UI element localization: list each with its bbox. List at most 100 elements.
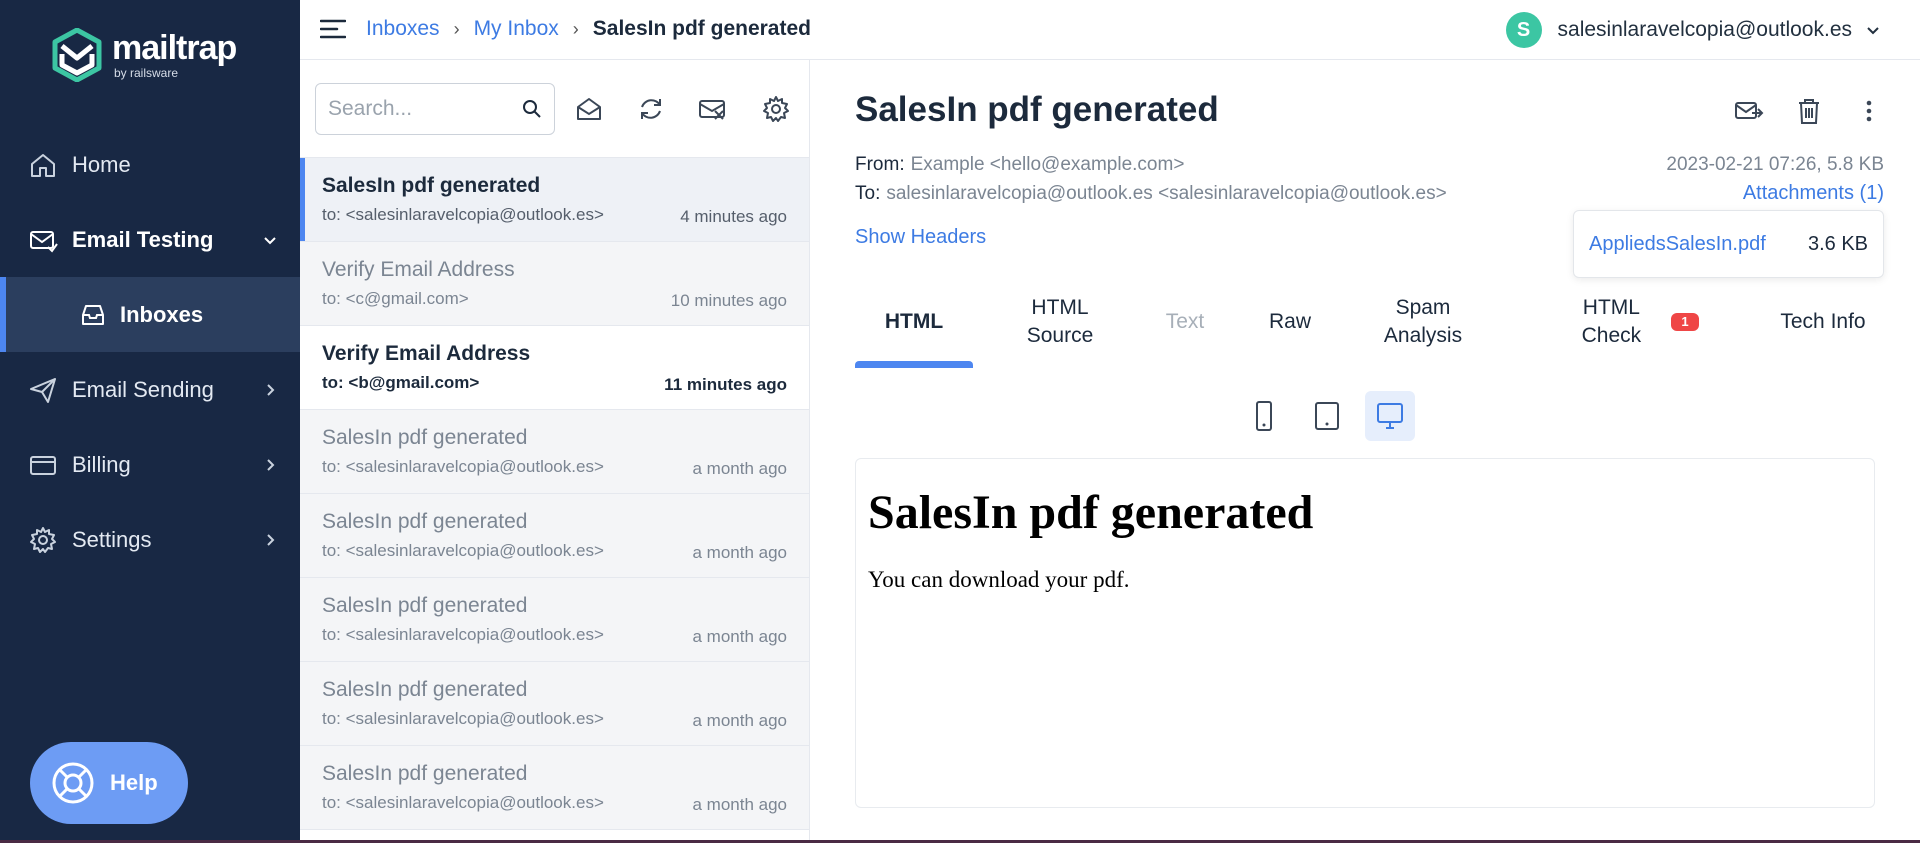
chevron-down-icon bbox=[1867, 27, 1879, 35]
from-label: From: bbox=[855, 154, 905, 175]
tablet-icon bbox=[1315, 402, 1339, 430]
show-headers-link[interactable]: Show Headers bbox=[855, 226, 986, 249]
attachments-popover: AppliedsSalesIn.pdf 3.6 KB bbox=[1573, 210, 1884, 278]
message-subject: SalesIn pdf generated bbox=[322, 426, 528, 449]
message-time: 4 minutes ago bbox=[680, 207, 787, 226]
list-item[interactable]: SalesIn pdf generated to: <salesinlarave… bbox=[300, 662, 809, 746]
attachments-link[interactable]: Attachments (1) bbox=[1743, 182, 1884, 205]
sidebar: mailtrap by railsware Home Email Testing… bbox=[0, 0, 300, 843]
message-actions bbox=[1704, 96, 1884, 126]
list-item[interactable]: SalesIn pdf generated to: <salesinlarave… bbox=[300, 158, 809, 242]
forward-icon[interactable] bbox=[1734, 96, 1764, 126]
device-desktop-button[interactable] bbox=[1365, 391, 1415, 441]
message-time: a month ago bbox=[692, 459, 787, 478]
to-label: To: bbox=[855, 183, 881, 204]
clear-inbox-icon[interactable] bbox=[698, 95, 726, 123]
list-toolbar bbox=[300, 60, 809, 158]
trash-icon[interactable] bbox=[1794, 96, 1824, 126]
brand-name: mailtrap bbox=[112, 28, 237, 67]
message-subject: Verify Email Address bbox=[322, 342, 531, 365]
tab-label: Text bbox=[1165, 310, 1205, 333]
tab-label: Spam Analysis bbox=[1383, 296, 1463, 347]
message-time: a month ago bbox=[692, 627, 787, 646]
tab-label: HTML Check bbox=[1581, 296, 1642, 347]
tab-label: HTML Source bbox=[1026, 296, 1094, 347]
chevron-right-icon bbox=[267, 533, 275, 546]
attachment-name[interactable]: AppliedsSalesIn.pdf bbox=[1589, 233, 1766, 256]
gear-icon[interactable] bbox=[762, 95, 790, 123]
message-time: a month ago bbox=[692, 543, 787, 562]
mailtrap-logo[interactable]: mailtrap by railsware bbox=[52, 28, 237, 82]
sidebar-item-label: Inboxes bbox=[120, 301, 204, 327]
user-email: salesinlaravelcopia@outlook.es bbox=[1557, 18, 1852, 41]
lifebuoy-icon bbox=[52, 762, 94, 804]
attachment-size: 3.6 KB bbox=[1807, 232, 1868, 255]
message-tabs: HTML HTML Source Text Raw Spam Analysis … bbox=[855, 280, 1885, 368]
sidebar-item-billing[interactable]: Billing bbox=[0, 427, 300, 502]
tab-html-source[interactable]: HTML Source bbox=[1005, 280, 1115, 364]
top-bar: Inboxes › My Inbox › SalesIn pdf generat… bbox=[300, 0, 1920, 60]
user-menu[interactable]: S salesinlaravelcopia@outlook.es bbox=[1505, 12, 1880, 48]
gear-icon bbox=[30, 526, 56, 553]
mailtrap-logo-icon bbox=[52, 28, 102, 82]
home-icon bbox=[31, 153, 55, 177]
message-time: a month ago bbox=[692, 795, 787, 814]
message-list-pane: SalesIn pdf generated to: <salesinlarave… bbox=[300, 60, 810, 843]
list-item[interactable]: SalesIn pdf generated to: <salesinlarave… bbox=[300, 410, 809, 494]
mobile-icon bbox=[1256, 401, 1272, 431]
message-subject: SalesIn pdf generated bbox=[322, 510, 528, 533]
tab-label: HTML bbox=[884, 310, 944, 333]
list-item[interactable]: SalesIn pdf generated to: <salesinlarave… bbox=[300, 578, 809, 662]
list-item[interactable]: SalesIn pdf generated to: <salesinlarave… bbox=[300, 746, 809, 830]
tab-text[interactable]: Text bbox=[1145, 280, 1225, 364]
message-time: a month ago bbox=[692, 711, 787, 730]
inbox-icon bbox=[82, 304, 104, 325]
list-item[interactable]: Verify Email Address to: <c@gmail.com> 1… bbox=[300, 242, 809, 326]
menu-toggle-icon[interactable] bbox=[320, 18, 346, 40]
chevron-down-icon bbox=[264, 236, 276, 244]
tab-html[interactable]: HTML bbox=[855, 280, 973, 368]
breadcrumb-current: SalesIn pdf generated bbox=[592, 17, 811, 40]
tab-raw[interactable]: Raw bbox=[1250, 280, 1330, 364]
sidebar-nav: Home Email Testing Inboxes Email Sending… bbox=[0, 127, 300, 577]
help-label: Help bbox=[110, 770, 158, 795]
device-mobile-button[interactable] bbox=[1239, 391, 1289, 441]
search-input[interactable] bbox=[328, 97, 508, 121]
chevron-right-icon bbox=[267, 383, 275, 396]
tab-tech-info[interactable]: Tech Info bbox=[1773, 280, 1873, 364]
more-icon[interactable] bbox=[1854, 96, 1884, 126]
to-value: salesinlaravelcopia@outlook.es <salesinl… bbox=[886, 183, 1447, 204]
status-badge: 1 bbox=[1671, 313, 1699, 331]
message-subject: SalesIn pdf generated bbox=[322, 594, 528, 617]
list-item[interactable]: SalesIn pdf generated to: <salesinlarave… bbox=[300, 494, 809, 578]
sidebar-item-label: Email Testing bbox=[72, 226, 214, 252]
device-tablet-button[interactable] bbox=[1302, 391, 1352, 441]
sidebar-item-email-sending[interactable]: Email Sending bbox=[0, 352, 300, 427]
sidebar-item-label: Billing bbox=[72, 451, 131, 477]
mark-read-icon[interactable] bbox=[575, 95, 603, 123]
search-icon[interactable] bbox=[522, 99, 542, 119]
message-time: 10 minutes ago bbox=[670, 291, 787, 310]
list-item[interactable]: Verify Email Address to: <b@gmail.com> 1… bbox=[300, 326, 809, 410]
sidebar-item-settings[interactable]: Settings bbox=[0, 502, 300, 577]
preview-body: You can download your pdf. bbox=[868, 567, 1130, 592]
to-line: To: salesinlaravelcopia@outlook.es <sales… bbox=[855, 183, 1447, 205]
device-switcher bbox=[1239, 391, 1428, 441]
sidebar-item-email-testing[interactable]: Email Testing bbox=[0, 202, 300, 277]
chevron-right-icon bbox=[267, 458, 275, 471]
breadcrumb: Inboxes › My Inbox › SalesIn pdf generat… bbox=[366, 17, 811, 41]
email-preview: SalesIn pdf generated You can download y… bbox=[855, 458, 1875, 808]
help-button[interactable]: Help bbox=[30, 742, 188, 824]
tab-html-check[interactable]: HTML Check 1 bbox=[1535, 280, 1735, 364]
sidebar-item-label: Home bbox=[72, 151, 131, 177]
breadcrumb-inboxes[interactable]: Inboxes bbox=[366, 17, 440, 41]
brand-sub: by railsware bbox=[114, 65, 179, 80]
breadcrumb-my-inbox[interactable]: My Inbox bbox=[474, 17, 559, 41]
sidebar-item-inboxes[interactable]: Inboxes bbox=[0, 277, 300, 352]
sidebar-item-home[interactable]: Home bbox=[0, 127, 300, 202]
from-value: Example <hello@example.com> bbox=[910, 154, 1185, 175]
tab-spam-analysis[interactable]: Spam Analysis bbox=[1363, 280, 1483, 364]
breadcrumb-separator: › bbox=[453, 18, 460, 39]
message-title: SalesIn pdf generated bbox=[855, 90, 1219, 129]
refresh-icon[interactable] bbox=[637, 95, 665, 123]
